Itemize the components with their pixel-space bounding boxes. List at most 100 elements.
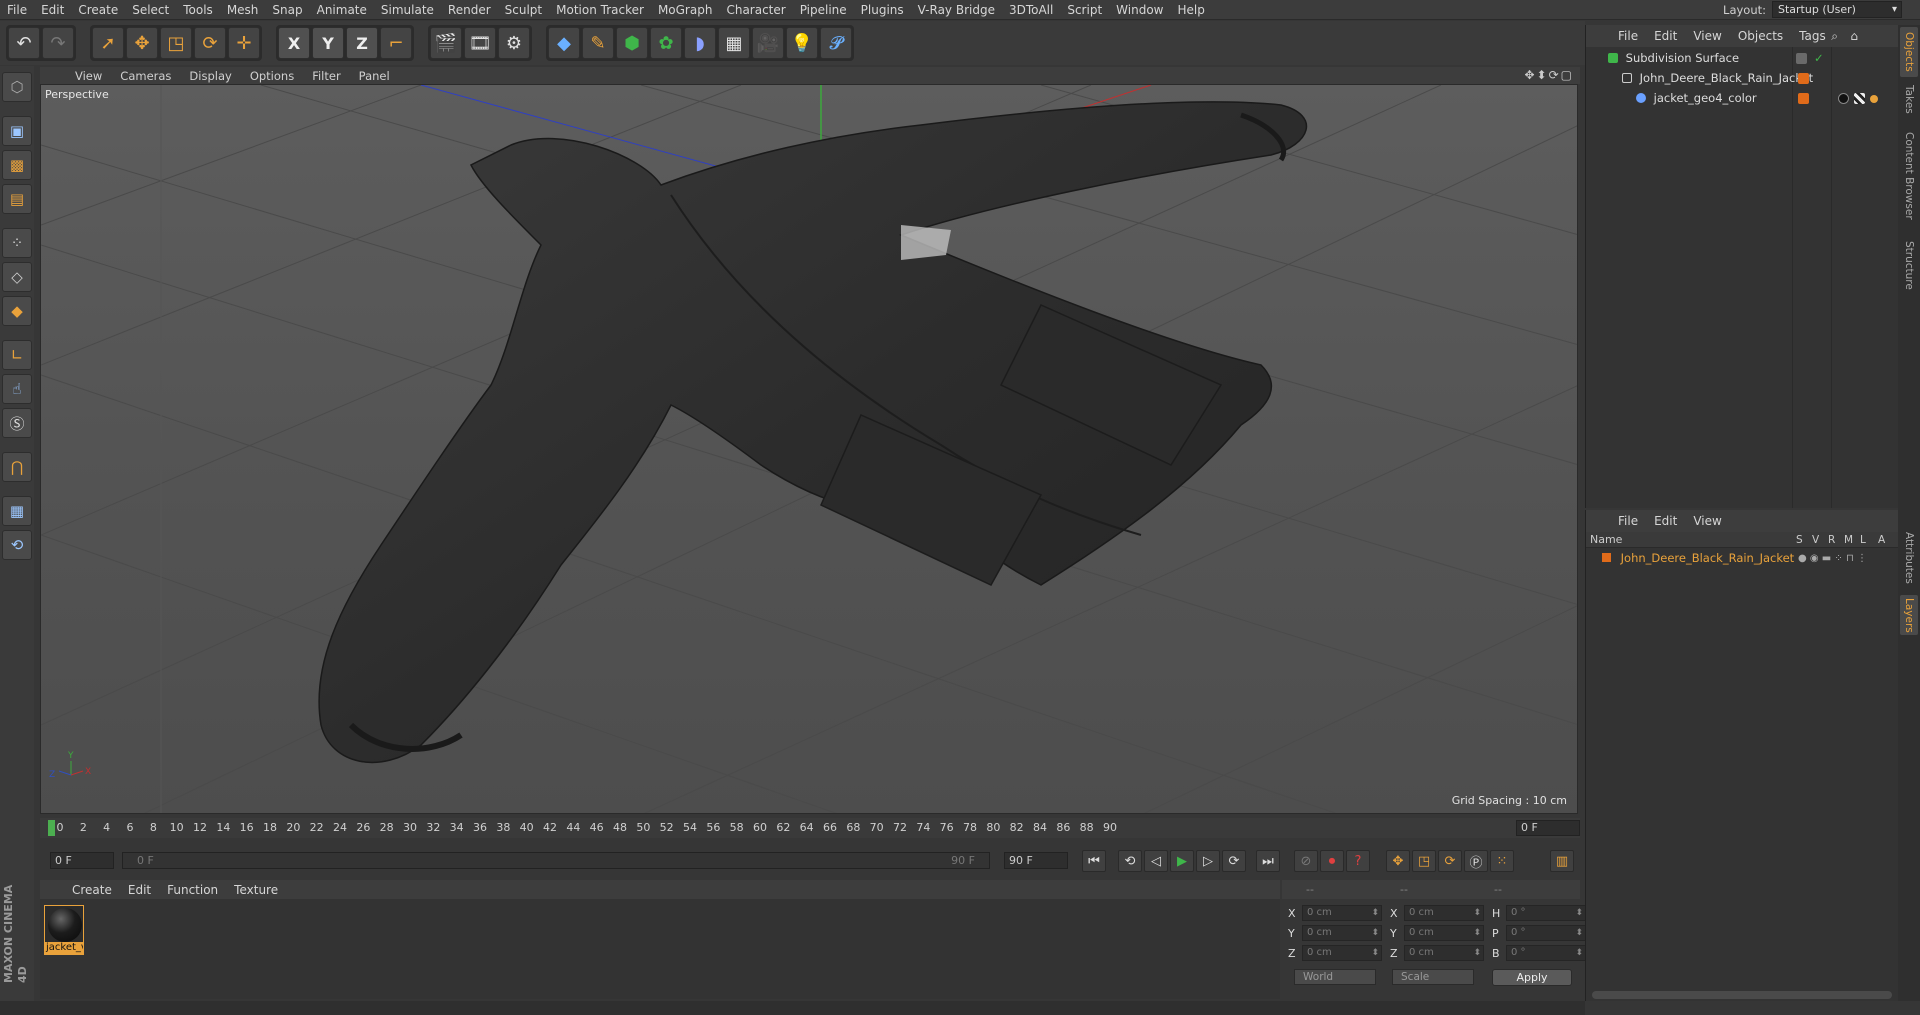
tweak-mode-icon[interactable]: ☝ <box>2 374 32 404</box>
material-menu-function[interactable]: Function <box>159 883 226 897</box>
tab-layers[interactable]: Layers <box>1900 595 1918 635</box>
python-icon[interactable]: 𝓟 <box>820 27 852 59</box>
layer-col-manager[interactable]: M <box>1844 532 1853 548</box>
menu-vray-bridge[interactable]: V-Ray Bridge <box>911 3 1002 17</box>
planar-workplane-icon[interactable]: ⟲ <box>2 530 32 560</box>
tab-attributes[interactable]: Attributes <box>1900 525 1918 591</box>
menu-pipeline[interactable]: Pipeline <box>793 3 854 17</box>
menu-3dtoall[interactable]: 3DToAll <box>1002 3 1060 17</box>
menu-sculpt[interactable]: Sculpt <box>498 3 549 17</box>
menu-character[interactable]: Character <box>719 3 792 17</box>
viewport-menu-filter[interactable]: Filter <box>303 69 349 83</box>
camera-icon[interactable]: 🎥 <box>752 27 784 59</box>
next-frame-icon[interactable]: ▷ <box>1196 850 1220 872</box>
menu-help[interactable]: Help <box>1170 3 1211 17</box>
object-row-jacket-geo[interactable]: jacket_geo4_color <box>1586 89 1899 108</box>
tab-structure[interactable]: Structure <box>1900 235 1918 295</box>
workplane-icon[interactable]: ▤ <box>2 184 32 214</box>
end-frame-field[interactable]: 90 F <box>1004 852 1068 869</box>
prev-key-icon[interactable]: ⟲ <box>1118 850 1142 872</box>
prev-frame-icon[interactable]: ◁ <box>1144 850 1168 872</box>
scale-icon[interactable]: ◳ <box>160 27 192 59</box>
select-icon[interactable]: ➚ <box>92 27 124 59</box>
material-menu-create[interactable]: Create <box>64 883 120 897</box>
menu-script[interactable]: Script <box>1060 3 1109 17</box>
current-frame-field[interactable]: 0 F <box>1516 820 1580 836</box>
layout-select[interactable]: Startup (User) <box>1772 1 1902 18</box>
layer-row[interactable]: John_Deere_Black_Rain_Jacket ● ◉ ▬ ⁘ ⊓ ⋮ <box>1586 550 1899 567</box>
render-picture-viewer-icon[interactable]: 🎞 <box>464 27 496 59</box>
lock-workplane-icon[interactable]: ▦ <box>2 496 32 526</box>
object-row-jacket[interactable]: John_Deere_Black_Rain_Jacket <box>1586 69 1899 88</box>
viewport-menu-cameras[interactable]: Cameras <box>111 69 180 83</box>
layer-menu-view[interactable]: View <box>1685 514 1729 528</box>
menu-animate[interactable]: Animate <box>310 3 374 17</box>
object-menu-edit[interactable]: Edit <box>1646 29 1685 43</box>
phong-tag-icon[interactable] <box>1870 95 1878 103</box>
cube-icon[interactable]: ◆ <box>548 27 580 59</box>
object-manager-home-icon[interactable]: ⌂ <box>1850 29 1858 43</box>
position-x-field[interactable]: 0 cm <box>1302 905 1382 921</box>
coord-system-icon[interactable]: ⌐ <box>380 27 412 59</box>
menu-create[interactable]: Create <box>71 3 125 17</box>
key-param-icon[interactable]: Ⓟ <box>1464 850 1488 872</box>
render-settings-icon[interactable]: ⚙ <box>498 27 530 59</box>
layer-col-view[interactable]: V <box>1812 532 1819 548</box>
model-mode-icon[interactable]: ▣ <box>2 116 32 146</box>
object-menu-tags[interactable]: Tags <box>1791 29 1834 43</box>
key-position-icon[interactable]: ✥ <box>1386 850 1410 872</box>
key-rotation-icon[interactable]: ⟳ <box>1438 850 1462 872</box>
frame-range-slider[interactable]: 0 F 90 F <box>122 852 990 869</box>
menu-simulate[interactable]: Simulate <box>374 3 441 17</box>
solo-icon[interactable]: Ⓢ <box>2 408 32 438</box>
axis-mode-icon[interactable]: ∟ <box>2 340 32 370</box>
live-move-icon[interactable]: ✛ <box>228 27 260 59</box>
play-icon[interactable]: ▶ <box>1170 850 1194 872</box>
cloner-icon[interactable]: ✿ <box>650 27 682 59</box>
timeline-window-icon[interactable]: ▥ <box>1550 850 1574 872</box>
position-y-field[interactable]: 0 cm <box>1302 925 1382 941</box>
menu-window[interactable]: Window <box>1109 3 1170 17</box>
points-mode-icon[interactable]: ⁘ <box>2 228 32 258</box>
rotation-h-field[interactable]: 0 ° <box>1506 905 1586 921</box>
redo-icon[interactable]: ↷ <box>42 27 74 59</box>
object-menu-objects[interactable]: Objects <box>1730 29 1791 43</box>
keyframe-selection-icon[interactable]: ? <box>1346 850 1370 872</box>
layer-col-locked[interactable]: L <box>1860 532 1866 548</box>
menu-plugins[interactable]: Plugins <box>854 3 911 17</box>
menu-mograph[interactable]: MoGraph <box>651 3 720 17</box>
material-tag-icon[interactable] <box>1838 93 1849 104</box>
apply-button[interactable]: Apply <box>1492 969 1572 986</box>
menu-tools[interactable]: Tools <box>176 3 220 17</box>
autokey-icon[interactable]: ⏺ <box>1320 850 1344 872</box>
edges-mode-icon[interactable]: ◇ <box>2 262 32 292</box>
deformer-icon[interactable]: ◗ <box>684 27 716 59</box>
menu-mesh[interactable]: Mesh <box>220 3 266 17</box>
go-to-end-icon[interactable]: ⏭ <box>1256 850 1280 872</box>
tab-objects[interactable]: Objects <box>1900 27 1918 77</box>
timeline-ruler[interactable]: 0 2 4 6 8 10 12 14 16 18 20 22 24 26 28 30 32 34 36 38 40 42 4… <box>40 818 1580 838</box>
menu-edit[interactable]: Edit <box>34 3 71 17</box>
viewport-nav-icons[interactable]: ✥⬍⟳▢ <box>1524 68 1574 82</box>
size-z-field[interactable]: 0 cm <box>1404 945 1484 961</box>
polygons-mode-icon[interactable]: ◆ <box>2 296 32 326</box>
menu-motion-tracker[interactable]: Motion Tracker <box>549 3 651 17</box>
object-row-subdivision-surface[interactable]: Subdivision Surface ✓ <box>1586 49 1899 68</box>
viewport-menu-options[interactable]: Options <box>241 69 303 83</box>
material-thumbnail[interactable]: jacket_v <box>44 905 84 955</box>
layer-color-swatch[interactable] <box>1602 553 1611 562</box>
position-z-field[interactable]: 0 cm <box>1302 945 1382 961</box>
object-menu-file[interactable]: File <box>1610 29 1646 43</box>
axis-z-button[interactable]: Z <box>346 27 378 59</box>
viewport-menu-display[interactable]: Display <box>180 69 240 83</box>
undo-icon[interactable]: ↶ <box>8 27 40 59</box>
floor-icon[interactable]: ▦ <box>718 27 750 59</box>
rotate-icon[interactable]: ⟳ <box>194 27 226 59</box>
layer-menu-edit[interactable]: Edit <box>1646 514 1685 528</box>
layer-col-render[interactable]: R <box>1828 532 1835 548</box>
object-manager-search-icon[interactable]: ⌕ <box>1831 29 1838 44</box>
make-editable-icon[interactable]: ⬡ <box>2 72 32 102</box>
rotation-p-field[interactable]: 0 ° <box>1506 925 1586 941</box>
axis-y-button[interactable]: Y <box>312 27 344 59</box>
tab-content-browser[interactable]: Content Browser <box>1900 121 1918 231</box>
